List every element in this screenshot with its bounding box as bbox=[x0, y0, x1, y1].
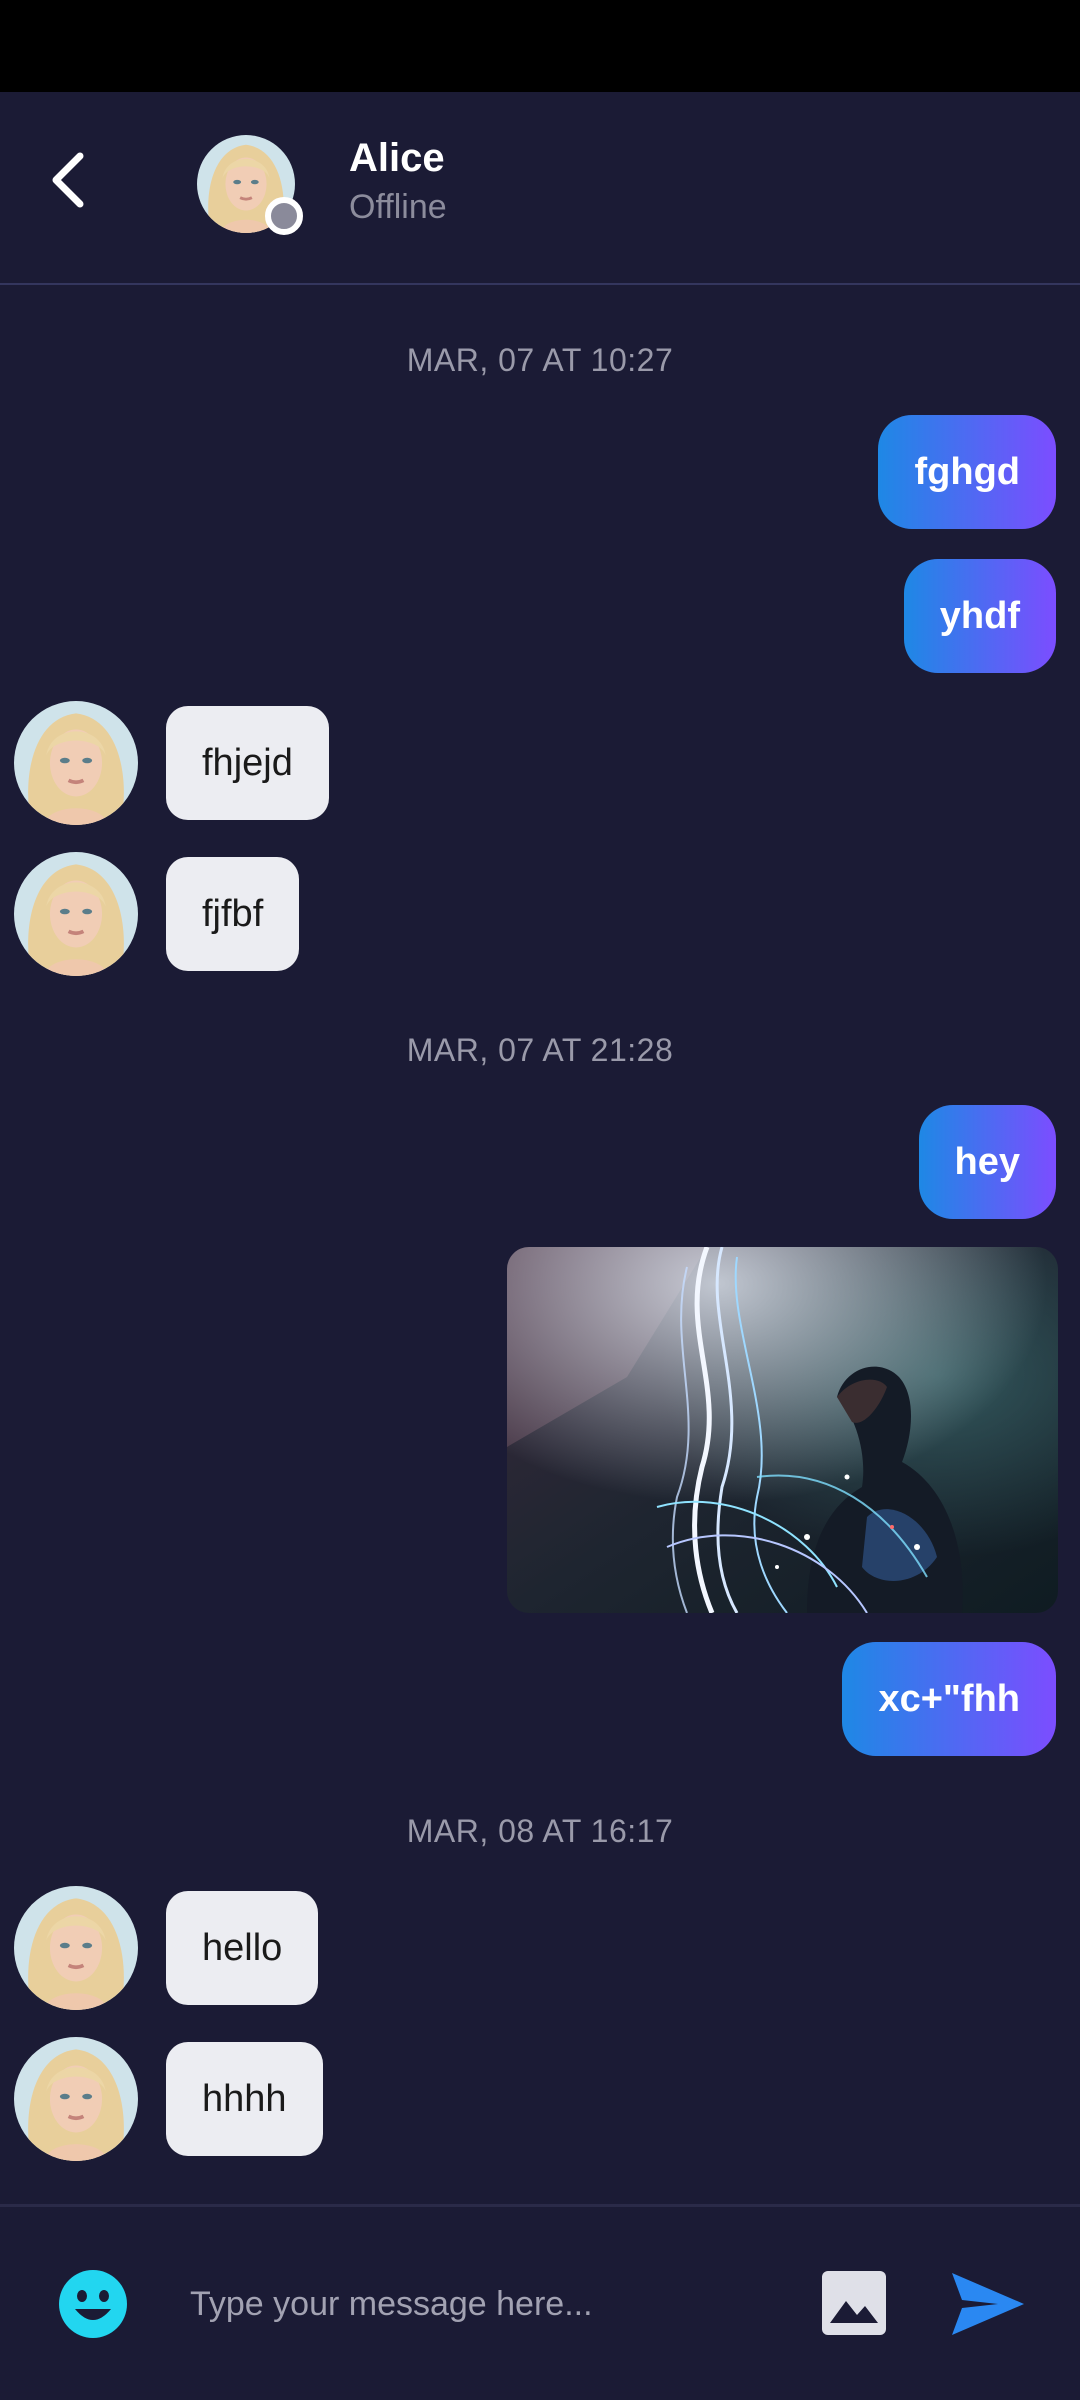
attach-image-button[interactable] bbox=[820, 2269, 888, 2337]
send-icon bbox=[952, 2273, 1024, 2335]
sender-avatar[interactable] bbox=[14, 701, 138, 825]
message-composer bbox=[0, 2204, 1080, 2400]
offline-status-dot bbox=[265, 197, 303, 235]
date-separator: MAR, 08 AT 16:17 bbox=[406, 1813, 674, 1849]
date-separator: MAR, 07 AT 10:27 bbox=[406, 342, 674, 378]
back-button[interactable] bbox=[36, 140, 100, 220]
outgoing-image-message[interactable] bbox=[507, 1247, 1058, 1613]
incoming-message[interactable]: fjfbf bbox=[166, 857, 300, 971]
contact-status: Offline bbox=[349, 188, 447, 226]
outgoing-message[interactable]: xc+"fhh bbox=[842, 1642, 1056, 1756]
message-input[interactable] bbox=[190, 2267, 790, 2341]
chevron-left-icon bbox=[52, 152, 84, 208]
outgoing-message[interactable]: fghgd bbox=[878, 415, 1056, 529]
sender-avatar[interactable] bbox=[14, 852, 138, 976]
contact-avatar[interactable] bbox=[197, 135, 303, 235]
image-icon bbox=[822, 2271, 886, 2335]
date-separator: MAR, 07 AT 21:28 bbox=[406, 1032, 674, 1068]
outgoing-message[interactable]: yhdf bbox=[903, 559, 1056, 673]
incoming-message[interactable]: hello bbox=[166, 1891, 319, 2005]
chat-header: Alice Offline bbox=[0, 92, 1080, 285]
status-bar bbox=[0, 0, 1080, 92]
incoming-message[interactable]: fhjejd bbox=[166, 706, 329, 820]
contact-name: Alice bbox=[349, 136, 445, 180]
emoji-button[interactable] bbox=[58, 2269, 128, 2339]
sender-avatar[interactable] bbox=[14, 2037, 138, 2161]
incoming-message[interactable]: hhhh bbox=[166, 2042, 323, 2156]
sender-avatar[interactable] bbox=[14, 1886, 138, 2010]
emoji-icon bbox=[59, 2270, 127, 2338]
send-button[interactable] bbox=[948, 2269, 1026, 2339]
outgoing-message[interactable]: hey bbox=[918, 1105, 1056, 1219]
shared-photo bbox=[507, 1247, 1058, 1613]
